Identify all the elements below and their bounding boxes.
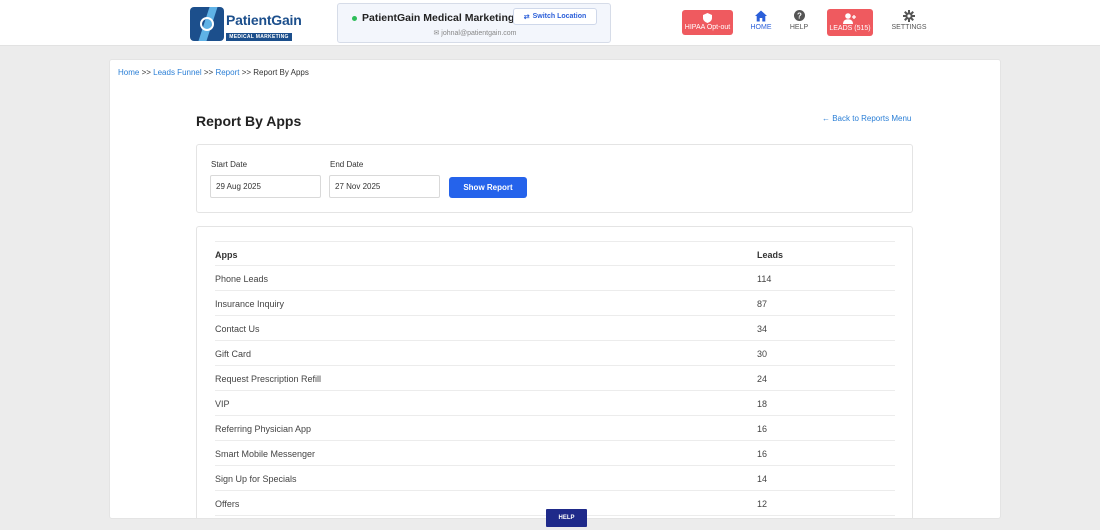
end-date-label: End Date [330, 160, 364, 169]
leads-label: LEADS (515) [829, 25, 871, 32]
lead-count: 24 [757, 374, 768, 384]
app-name: Offers [215, 499, 240, 509]
question-circle-icon: ? [786, 10, 812, 24]
breadcrumb: Home >> Leads Funnel >> Report >> Report… [118, 68, 309, 77]
brand-name: PatientGain [226, 12, 302, 28]
location-name: PatientGain Medical Marketing [362, 12, 515, 24]
table-row: Sign Up for Specials 14 [215, 466, 895, 491]
show-report-button[interactable]: Show Report [449, 177, 527, 198]
column-header-apps: Apps [215, 250, 238, 260]
location-email-text: johnal@patientgain.com [441, 30, 517, 37]
app-name: Insurance Inquiry [215, 299, 285, 309]
table-row: Smart Mobile Messenger 16 [215, 441, 895, 466]
table-row: Contact Us 34 [215, 316, 895, 341]
home-label: HOME [750, 24, 772, 31]
table-header: Apps Leads [215, 241, 895, 266]
breadcrumb-separator: >> [241, 68, 252, 77]
nav-help[interactable]: ? HELP [786, 10, 812, 31]
table-row: Gift Card 30 [215, 341, 895, 366]
brand-tagline: MEDICAL MARKETING [226, 33, 292, 41]
lead-count: 30 [757, 349, 768, 359]
lead-count: 87 [757, 299, 768, 309]
shield-icon [682, 13, 733, 24]
lead-count: 34 [757, 324, 768, 334]
column-header-leads: Leads [757, 250, 784, 260]
app-name: Contact Us [215, 324, 260, 334]
breadcrumb-separator: >> [141, 68, 151, 77]
lead-count: 14 [757, 474, 768, 484]
breadcrumb-leads-funnel[interactable]: Leads Funnel [153, 68, 201, 77]
report-panel: Home >> Leads Funnel >> Report >> Report… [109, 59, 1001, 519]
lead-count: 114 [757, 274, 772, 284]
status-dot-icon [352, 16, 357, 21]
date-filter-card: Start Date 29 Aug 2025 End Date 27 Nov 2… [196, 144, 913, 213]
logo-mark-icon [190, 7, 224, 41]
start-date-input[interactable]: 29 Aug 2025 [210, 175, 321, 198]
start-date-label: Start Date [211, 160, 248, 169]
lead-count: 18 [757, 399, 768, 409]
nav-home[interactable]: HOME [748, 10, 774, 31]
app-name: Phone Leads [215, 274, 269, 284]
lead-count: 12 [757, 499, 768, 509]
page-title: Report By Apps [196, 113, 302, 129]
breadcrumb-separator: >> [203, 68, 214, 77]
app-name: Referring Physician App [215, 424, 312, 434]
app-name: VIP [215, 399, 230, 409]
app-name: Sign Up for Specials [215, 474, 297, 484]
back-to-reports-link[interactable]: ← Back to Reports Menu [822, 114, 911, 123]
user-plus-icon [827, 13, 873, 25]
lead-count: 16 [757, 449, 768, 459]
table: Apps Leads Phone Leads 114 Insurance Inqu… [215, 241, 895, 516]
breadcrumb-home[interactable]: Home [118, 68, 139, 77]
table-row: Request Prescription Refill 24 [215, 366, 895, 391]
mail-icon: ✉ [433, 30, 440, 37]
lead-count: 16 [757, 424, 768, 434]
svg-text:?: ? [797, 11, 802, 20]
breadcrumb-report[interactable]: Report [215, 68, 239, 77]
brand-logo[interactable]: PatientGain MEDICAL MARKETING [190, 6, 302, 42]
swap-arrows-icon: ⇄ [523, 13, 530, 21]
app-name: Request Prescription Refill [215, 374, 322, 384]
top-bar: PatientGain MEDICAL MARKETING PatientGai… [0, 0, 1100, 46]
table-row: Insurance Inquiry 87 [215, 291, 895, 316]
table-row: Phone Leads 114 [215, 266, 895, 291]
location-panel: PatientGain Medical Marketing ⇄ Switch L… [337, 3, 611, 43]
table-row: Referring Physician App 16 [215, 416, 895, 441]
switch-location-label: Switch Location [532, 13, 587, 20]
app-name: Smart Mobile Messenger [215, 449, 316, 459]
hipaa-opt-out-button[interactable]: HIPAA Opt-out [682, 10, 733, 35]
location-email: ✉ johnal@patientgain.com [338, 29, 612, 37]
apps-report-table: Apps Leads Phone Leads 114 Insurance Inqu… [196, 226, 913, 518]
hipaa-label: HIPAA Opt-out [684, 24, 731, 31]
switch-location-button[interactable]: ⇄ Switch Location [513, 8, 597, 25]
gear-icon [890, 10, 928, 24]
nav-settings[interactable]: SETTINGS [890, 10, 928, 31]
home-icon [748, 10, 774, 24]
nav-leads-button[interactable]: LEADS (515) [827, 9, 873, 36]
breadcrumb-current: Report By Apps [253, 68, 309, 77]
settings-label: SETTINGS [891, 24, 927, 31]
help-label: HELP [789, 24, 809, 31]
end-date-input[interactable]: 27 Nov 2025 [329, 175, 440, 198]
table-row: VIP 18 [215, 391, 895, 416]
app-name: Gift Card [215, 349, 252, 359]
help-button[interactable]: HELP [546, 509, 587, 527]
